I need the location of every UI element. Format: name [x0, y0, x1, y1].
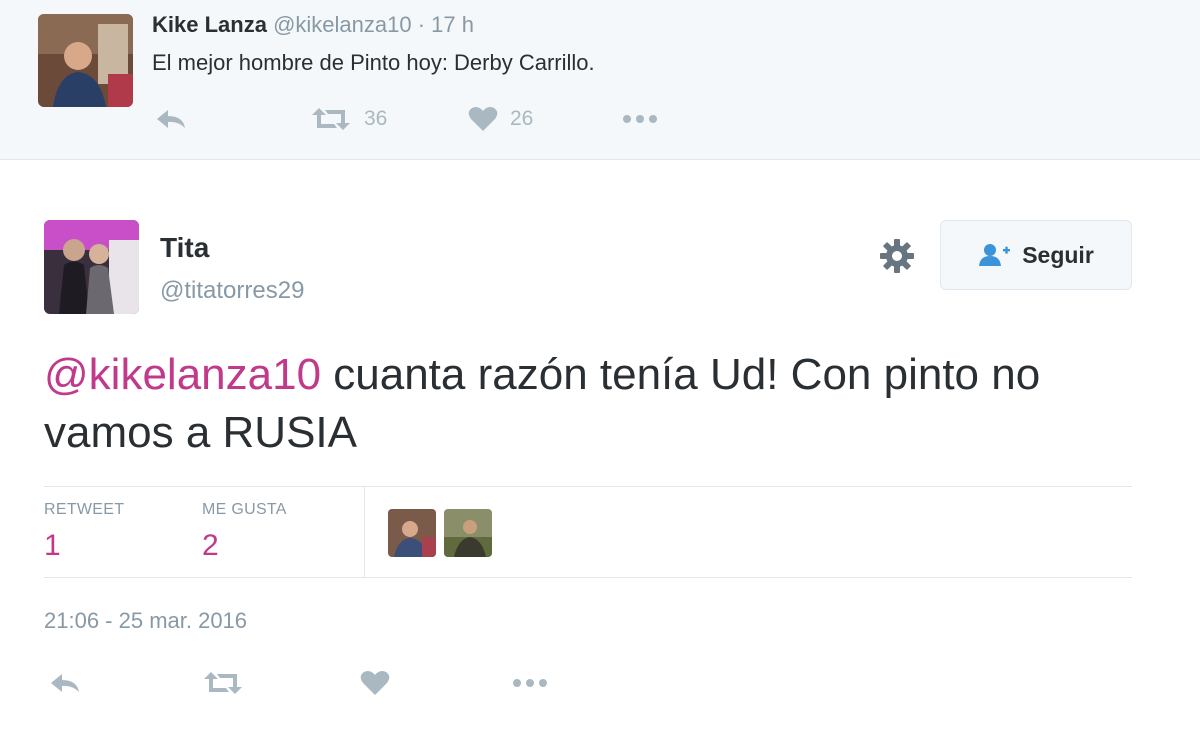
parent-header: Kike Lanza @kikelanza10 · 17 h — [152, 12, 474, 38]
follow-button[interactable]: Seguir — [940, 220, 1132, 290]
tweet-timestamp[interactable]: 21:06 - 25 mar. 2016 — [44, 608, 247, 634]
retweet-icon — [312, 108, 350, 130]
main-avatar[interactable] — [44, 220, 139, 314]
parent-tweet-text: El mejor hombre de Pinto hoy: Derby Carr… — [152, 50, 595, 75]
parent-avatar[interactable] — [38, 14, 133, 107]
parent-author-name[interactable]: Kike Lanza — [152, 12, 267, 37]
more-icon — [623, 115, 657, 123]
reply-button[interactable] — [48, 666, 82, 700]
like-stat[interactable]: ME GUSTA 2 — [202, 501, 287, 563]
parent-time[interactable]: 17 h — [431, 12, 474, 37]
heart-icon — [468, 107, 498, 131]
reply-icon — [157, 110, 185, 128]
heart-icon — [360, 671, 390, 695]
parent-author-handle[interactable]: @kikelanza10 — [273, 12, 412, 37]
tweet-stats: RETWEET 1 ME GUSTA 2 — [44, 486, 1132, 578]
mention-link[interactable]: @kikelanza10 — [44, 350, 321, 399]
more-button[interactable] — [512, 666, 548, 700]
reply-icon — [51, 674, 79, 692]
parent-like-count: 26 — [510, 107, 534, 130]
retweet-button[interactable] — [202, 666, 244, 700]
parent-retweet-count: 36 — [364, 107, 388, 130]
liker-avatars — [388, 509, 492, 557]
like-stat-label: ME GUSTA — [202, 501, 287, 518]
add-user-icon — [979, 244, 1011, 266]
stats-divider — [364, 487, 365, 577]
like-stat-value: 2 — [202, 529, 219, 562]
retweet-stat[interactable]: RETWEET 1 — [44, 501, 124, 563]
parent-retweet-button[interactable]: 36 — [310, 102, 387, 136]
main-author-name[interactable]: Tita — [160, 232, 209, 264]
retweet-stat-value: 1 — [44, 529, 61, 562]
parent-reply-button[interactable] — [154, 102, 188, 136]
liker-avatar[interactable] — [388, 509, 436, 557]
separator-dot: · — [417, 12, 426, 37]
like-button[interactable] — [360, 666, 390, 700]
main-action-bar — [44, 666, 644, 702]
follow-button-label: Seguir — [1022, 241, 1094, 268]
parent-like-button[interactable]: 26 — [468, 102, 533, 136]
settings-button[interactable] — [878, 237, 916, 275]
retweet-icon — [204, 672, 242, 694]
more-icon — [513, 679, 547, 687]
parent-action-bar: 36 26 — [152, 102, 752, 136]
parent-tweet[interactable]: Kike Lanza @kikelanza10 · 17 h El mejor … — [0, 0, 1200, 160]
parent-more-button[interactable] — [622, 102, 658, 136]
gear-icon — [880, 239, 914, 273]
main-author-handle[interactable]: @titatorres29 — [160, 277, 304, 305]
retweet-stat-label: RETWEET — [44, 501, 125, 518]
main-tweet-text: @kikelanza10 cuanta razón tenía Ud! Con … — [44, 346, 1144, 462]
liker-avatar[interactable] — [444, 509, 492, 557]
